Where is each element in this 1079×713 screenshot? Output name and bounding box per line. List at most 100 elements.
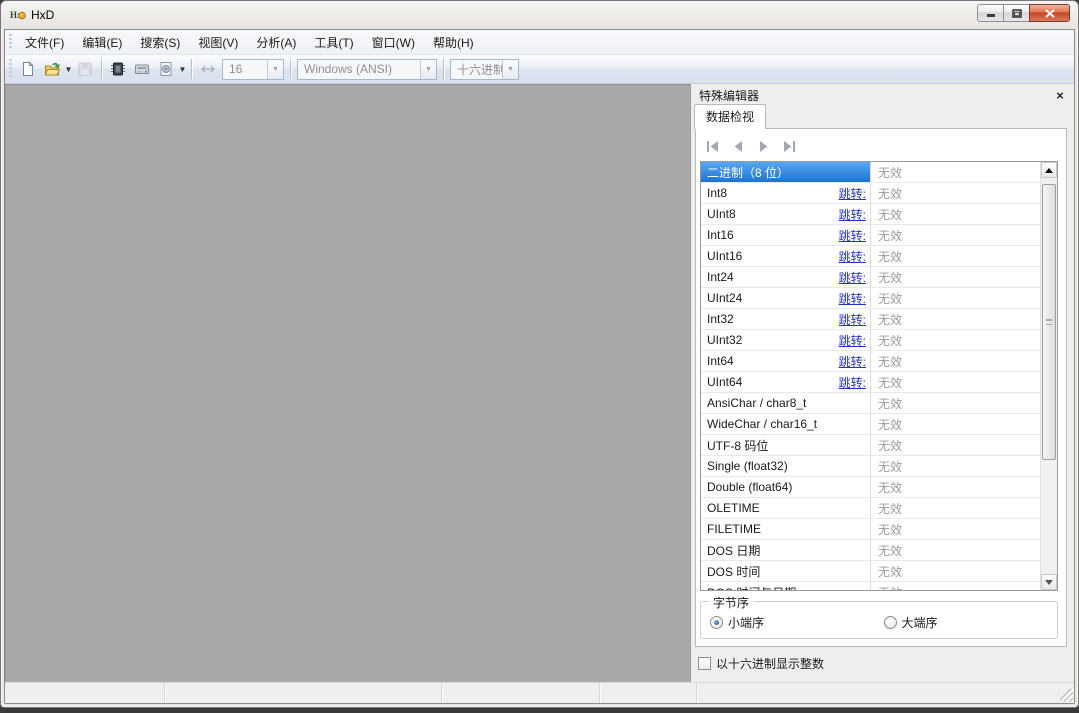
byte-order-option[interactable]: 大端序 xyxy=(884,614,1058,631)
open-disk-image-button[interactable] xyxy=(154,57,178,81)
next-icon xyxy=(756,140,771,153)
row-label-cell: Double (float64) xyxy=(701,477,871,497)
tab-data-inspector[interactable]: 数据检视 xyxy=(694,104,766,129)
jump-link[interactable]: 跳转: xyxy=(839,311,866,328)
open-ram-button[interactable] xyxy=(106,57,130,81)
table-row[interactable]: UInt32 跳转: 无效 xyxy=(701,330,1040,351)
disk-image-dropdown-caret[interactable]: ▼ xyxy=(178,57,187,81)
row-type-label: OLETIME xyxy=(707,501,760,515)
toolbar-separator xyxy=(191,59,192,79)
offset-base-combo[interactable]: 十六进制 ▼ xyxy=(450,59,519,80)
table-row[interactable]: Int8 跳转: 无效 xyxy=(701,183,1040,204)
open-dropdown-caret[interactable]: ▼ xyxy=(64,57,73,81)
jump-link[interactable]: 跳转: xyxy=(839,353,866,370)
open-file-button[interactable] xyxy=(40,57,64,81)
table-row[interactable]: Single (float32) 无效 xyxy=(701,456,1040,477)
table-row[interactable]: UInt64 跳转: 无效 xyxy=(701,372,1040,393)
chevron-down-icon[interactable]: ▼ xyxy=(420,60,436,79)
table-row[interactable]: 二进制（8 位） 无效 xyxy=(701,162,1040,183)
scrollbar-grip xyxy=(1046,319,1052,325)
row-value: 无效 xyxy=(871,351,1040,371)
bytes-per-row-combo[interactable]: 16 ▼ xyxy=(222,59,284,80)
status-section xyxy=(442,683,600,703)
jump-link[interactable]: 跳转: xyxy=(839,290,866,307)
jump-link[interactable]: 跳转: xyxy=(839,374,866,391)
chevron-down-icon[interactable]: ▼ xyxy=(502,60,518,79)
menu-item[interactable]: 视图(V) xyxy=(189,31,247,54)
menu-item[interactable]: 窗口(W) xyxy=(363,31,424,54)
table-row[interactable]: UInt24 跳转: 无效 xyxy=(701,288,1040,309)
table-row[interactable]: Int64 跳转: 无效 xyxy=(701,351,1040,372)
table-row[interactable]: Int24 跳转: 无效 xyxy=(701,267,1040,288)
menu-item[interactable]: 搜索(S) xyxy=(131,31,189,54)
maximize-button[interactable] xyxy=(1003,4,1030,22)
jump-link[interactable]: 跳转: xyxy=(839,185,866,202)
resize-grip[interactable] xyxy=(1060,689,1073,702)
row-type-label: Int8 xyxy=(707,186,727,200)
table-row[interactable]: Int32 跳转: 无效 xyxy=(701,309,1040,330)
table-row[interactable]: WideChar / char16_t 无效 xyxy=(701,414,1040,435)
row-value: 无效 xyxy=(871,330,1040,350)
byte-order-option[interactable]: 小端序 xyxy=(710,614,884,631)
maximize-icon xyxy=(1012,9,1022,18)
scrollbar-thumb[interactable] xyxy=(1042,184,1056,460)
window-client-area: 文件(F) 编辑(E) 搜索(S) 视图(V) 分析(A) 工具(T) 窗口(W… xyxy=(4,29,1075,704)
nav-next-button[interactable] xyxy=(756,140,771,153)
menu-item[interactable]: 帮助(H) xyxy=(424,31,483,54)
jump-link[interactable]: 跳转: xyxy=(839,206,866,223)
row-type-label: 二进制（8 位） xyxy=(707,164,789,181)
status-section xyxy=(5,683,165,703)
table-row[interactable]: DOS 日期 无效 xyxy=(701,540,1040,561)
table-row[interactable]: UTF-8 码位 无效 xyxy=(701,435,1040,456)
open-disk-button[interactable] xyxy=(130,57,154,81)
row-value: 无效 xyxy=(871,183,1040,203)
nav-last-button[interactable] xyxy=(781,140,796,153)
menu-item[interactable]: 编辑(E) xyxy=(73,31,131,54)
title-bar[interactable]: Hx HxD xyxy=(1,1,1078,29)
arrow-down-icon xyxy=(1045,580,1053,585)
new-file-button[interactable] xyxy=(16,57,40,81)
last-icon xyxy=(781,140,796,153)
table-row[interactable]: FILETIME 无效 xyxy=(701,519,1040,540)
table-row[interactable]: AnsiChar / char8_t 无效 xyxy=(701,393,1040,414)
nav-prev-button[interactable] xyxy=(731,140,746,153)
scroll-down-button[interactable] xyxy=(1041,574,1057,590)
menu-item[interactable]: 工具(T) xyxy=(305,31,362,54)
chevron-down-icon[interactable]: ▼ xyxy=(267,60,283,79)
panel-close-icon[interactable]: × xyxy=(1052,88,1068,104)
close-button[interactable] xyxy=(1029,4,1070,22)
table-scrollbar[interactable] xyxy=(1040,162,1057,590)
row-type-label: Int16 xyxy=(707,228,734,242)
row-type-label: AnsiChar / char8_t xyxy=(707,396,806,410)
jump-link[interactable]: 跳转: xyxy=(839,332,866,349)
row-value: 无效 xyxy=(871,519,1040,539)
encoding-combo[interactable]: Windows (ANSI) ▼ xyxy=(297,59,437,80)
menu-item[interactable]: 分析(A) xyxy=(247,31,305,54)
row-label-cell: UInt24 跳转: xyxy=(701,288,871,308)
toolbar-separator xyxy=(290,59,291,79)
minimize-button[interactable] xyxy=(977,4,1004,22)
table-row[interactable]: OLETIME 无效 xyxy=(701,498,1040,519)
menu-item[interactable]: 文件(F) xyxy=(16,31,73,54)
jump-link[interactable]: 跳转: xyxy=(839,227,866,244)
row-value: 无效 xyxy=(871,267,1040,287)
table-row[interactable]: DOS 时间与日期 无效 xyxy=(701,582,1040,591)
row-value: 无效 xyxy=(871,435,1040,455)
nav-first-button[interactable] xyxy=(706,140,721,153)
row-type-label: Int24 xyxy=(707,270,734,284)
table-row[interactable]: Int16 跳转: 无效 xyxy=(701,225,1040,246)
minimize-icon xyxy=(986,9,996,18)
row-label-cell: 二进制（8 位） xyxy=(701,162,871,182)
jump-link[interactable]: 跳转: xyxy=(839,248,866,265)
table-row[interactable]: DOS 时间 无效 xyxy=(701,561,1040,582)
table-row[interactable]: Double (float64) 无效 xyxy=(701,477,1040,498)
table-row[interactable]: UInt16 跳转: 无效 xyxy=(701,246,1040,267)
table-row[interactable]: UInt8 跳转: 无效 xyxy=(701,204,1040,225)
radio-icon xyxy=(884,616,897,629)
hex-display-checkbox[interactable] xyxy=(698,657,711,670)
row-label-cell: UTF-8 码位 xyxy=(701,435,871,455)
scroll-up-button[interactable] xyxy=(1041,162,1057,178)
mdi-client-area[interactable] xyxy=(5,84,690,682)
jump-link[interactable]: 跳转: xyxy=(839,269,866,286)
row-value: 无效 xyxy=(871,540,1040,560)
